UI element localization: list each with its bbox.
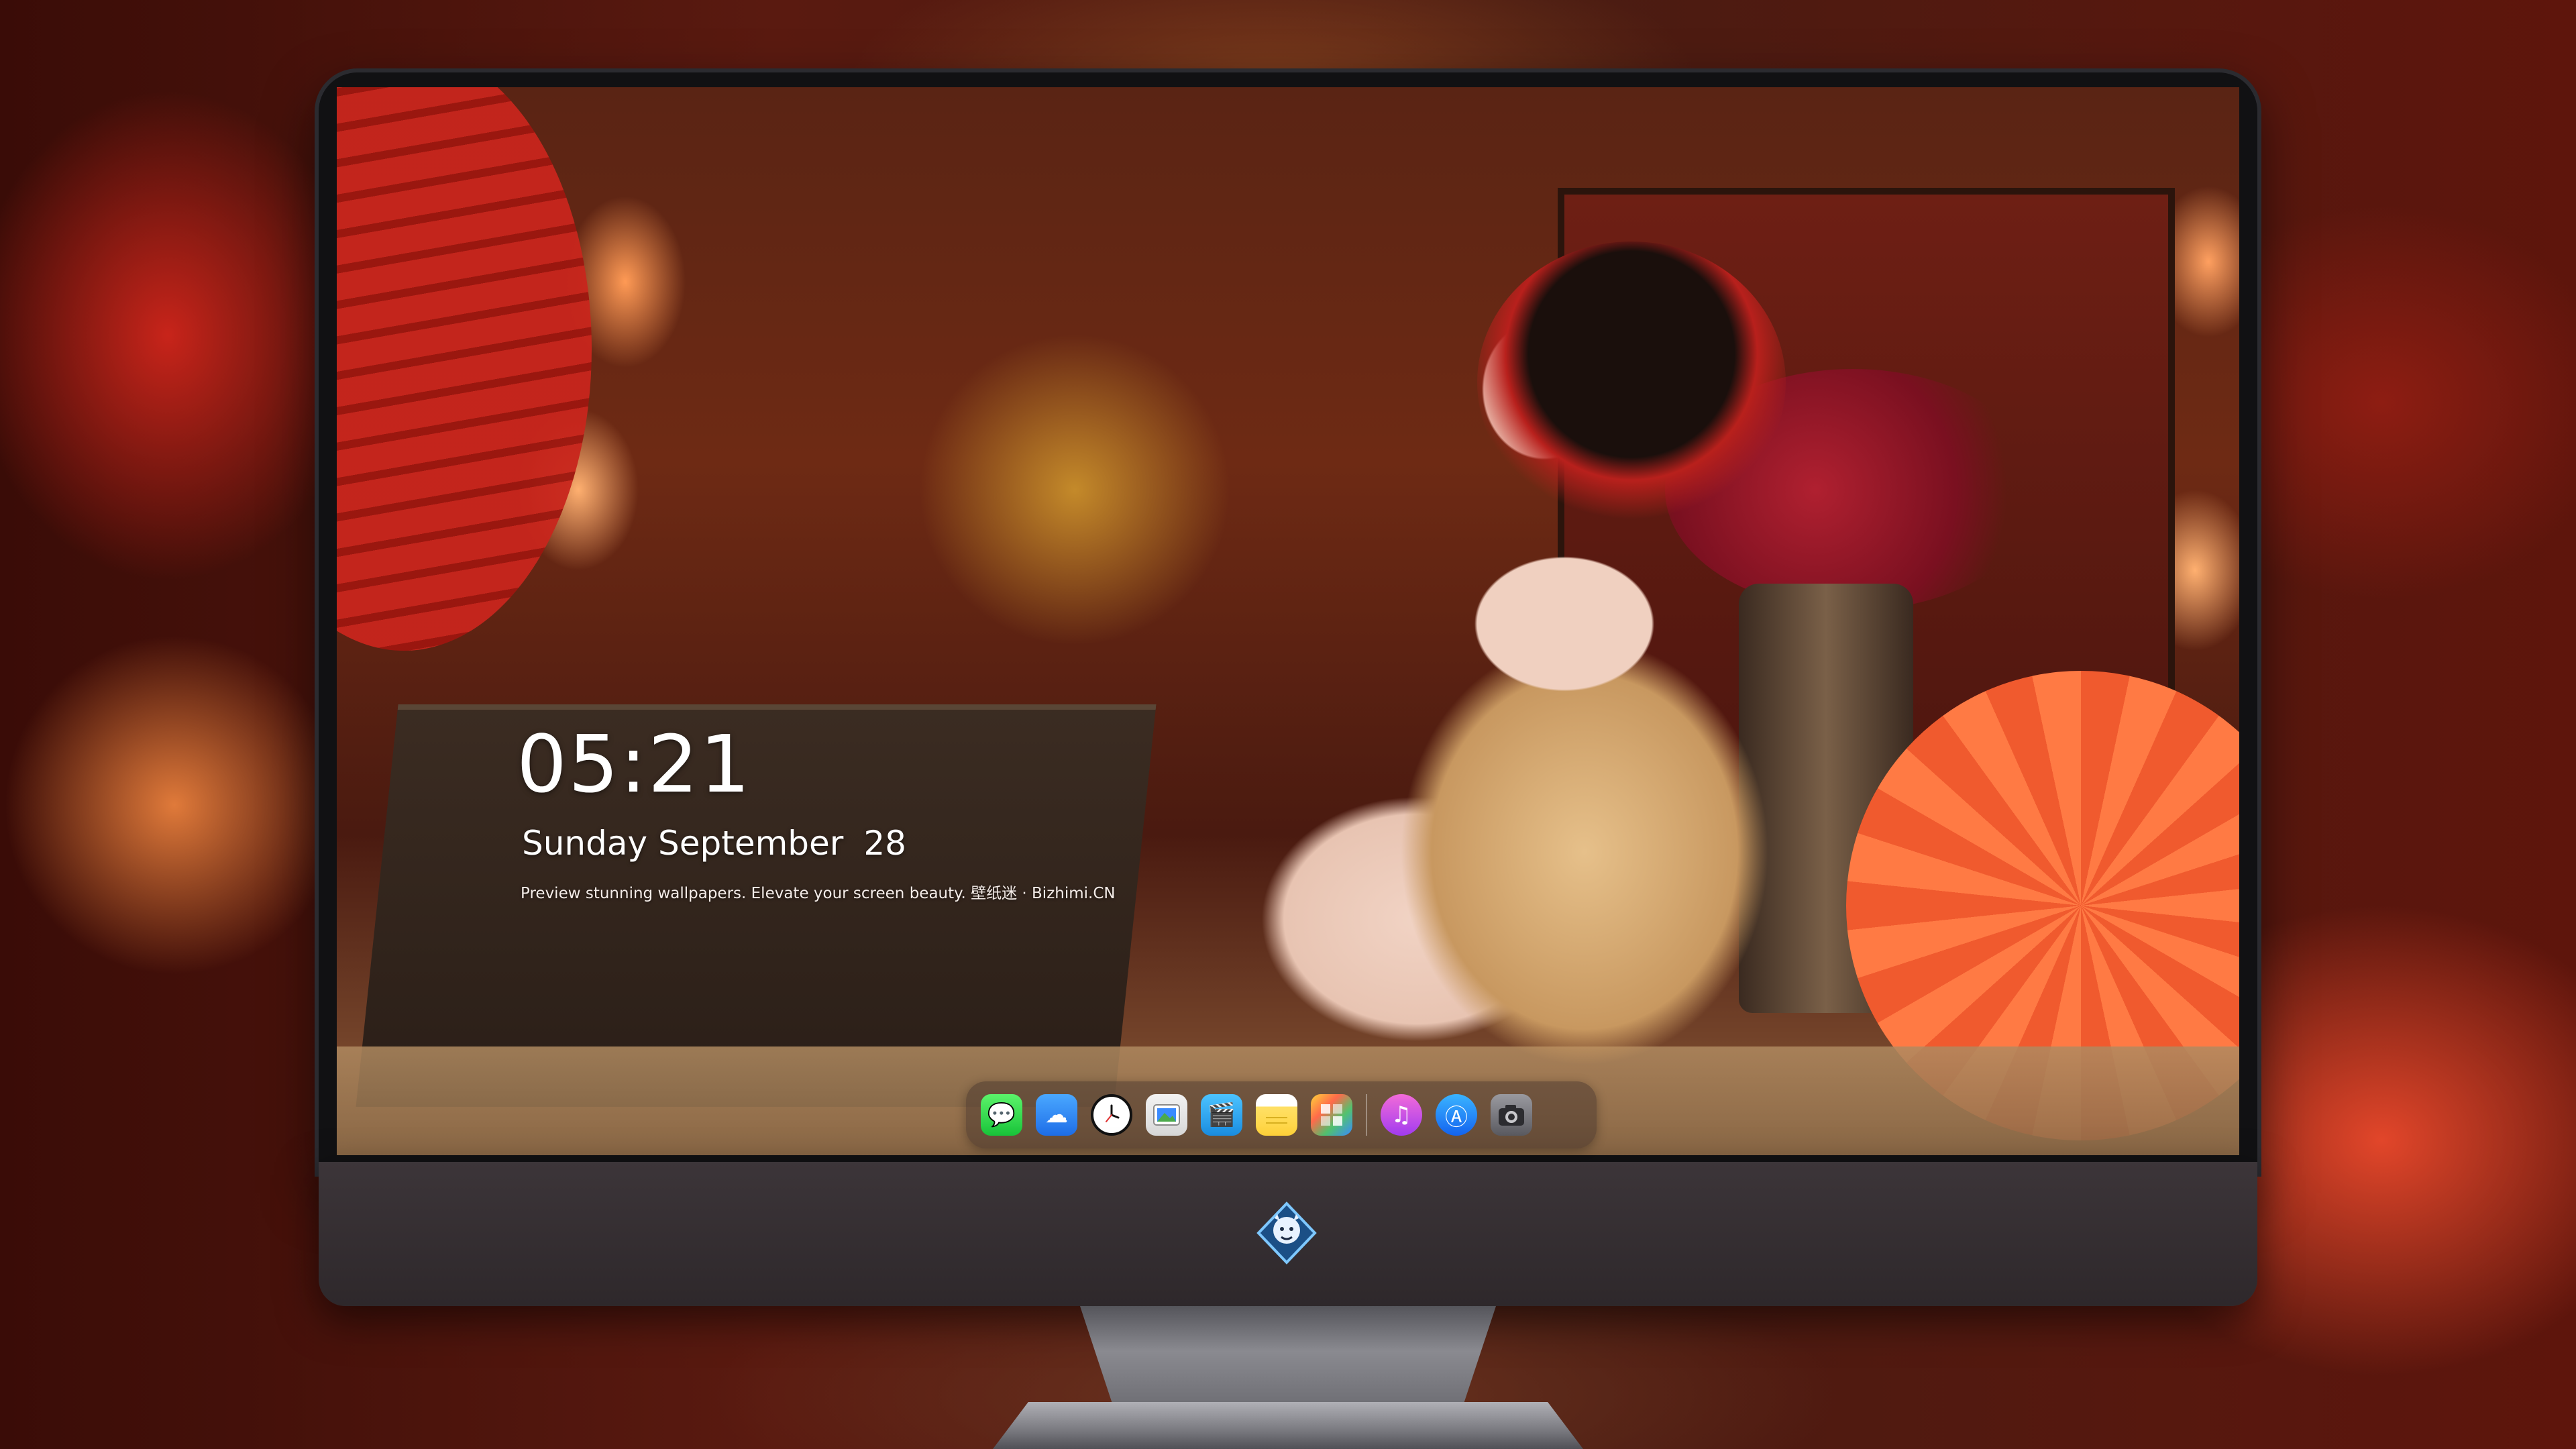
dock-separator: [1366, 1094, 1367, 1136]
camera-icon[interactable]: [1491, 1094, 1532, 1136]
camera-body-icon: [1499, 1105, 1524, 1126]
messages-icon[interactable]: 💬: [981, 1094, 1022, 1136]
itunes-icon[interactable]: ♫: [1381, 1094, 1422, 1136]
notes-lines-icon: [1266, 1117, 1287, 1124]
monitor-screen: [337, 87, 2239, 1155]
date-month: September: [658, 824, 844, 863]
dock: 💬 ☁ 🎬 ♫ Ⓐ: [966, 1081, 1597, 1148]
wallpaper-hair-ornament: [1477, 241, 1786, 523]
date-day: 28: [863, 824, 906, 863]
preview-icon[interactable]: [1146, 1094, 1187, 1136]
monitor-stand-neck: [1080, 1306, 1496, 1407]
clock-hands-icon: [1106, 1104, 1120, 1122]
lock-screen-clock: 05:21: [517, 718, 752, 810]
photos-grid-icon: [1321, 1104, 1342, 1126]
photos-icon[interactable]: [1311, 1094, 1352, 1136]
preview-photos-icon: [1153, 1104, 1180, 1126]
monitor-stand-base: [993, 1402, 1583, 1449]
notes-icon[interactable]: [1256, 1094, 1297, 1136]
lock-screen-tagline: Preview stunning wallpapers. Elevate you…: [521, 885, 1116, 902]
date-weekday: Sunday: [522, 824, 648, 863]
clips-icon[interactable]: 🎬: [1201, 1094, 1242, 1136]
clock-icon[interactable]: [1091, 1094, 1132, 1136]
wallpaper-red-umbrella: [337, 87, 592, 651]
app-store-icon[interactable]: Ⓐ: [1436, 1094, 1477, 1136]
weather-icon[interactable]: ☁: [1036, 1094, 1077, 1136]
dragon-badge-icon: [1254, 1201, 1319, 1265]
lock-screen-date: Sunday September 28: [522, 826, 906, 860]
